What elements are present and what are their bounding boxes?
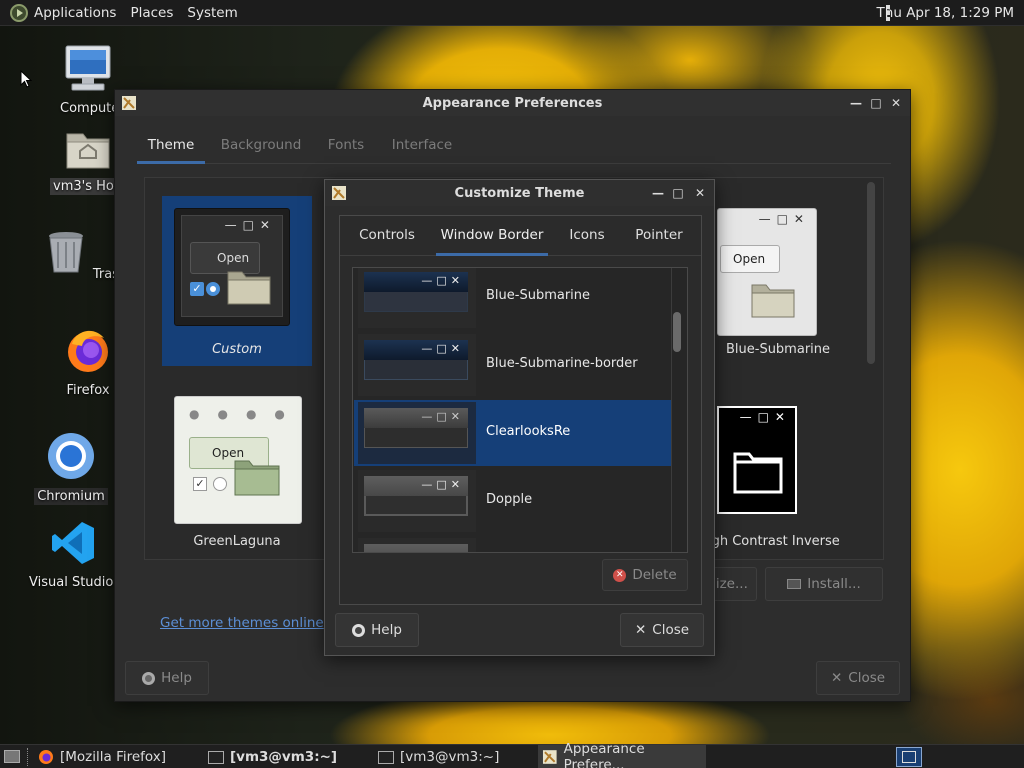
dialog-title: Customize Theme xyxy=(454,185,585,201)
theme-item-greenlaguna[interactable]: ●●●● Open ✓ GreenLaguna xyxy=(162,384,312,554)
help-icon xyxy=(142,671,156,685)
customize-tabbar: Controls Window Border Icons Pointer xyxy=(340,216,701,256)
close-icon: ✕ xyxy=(634,622,647,638)
mouse-cursor-icon xyxy=(20,70,32,88)
theme-label: Custom xyxy=(212,342,262,357)
list-item[interactable]: —□✕ Dopple xyxy=(354,468,672,534)
taskbar-item-terminal-1[interactable]: [vm3@vm3:~] xyxy=(208,745,368,768)
check-icon: ✓ xyxy=(190,282,204,296)
firefox-icon xyxy=(39,750,53,764)
tab-interface[interactable]: Interface xyxy=(387,128,457,164)
delete-button[interactable]: ✕ Delete xyxy=(602,559,688,591)
home-folder-icon xyxy=(66,133,110,169)
trash-icon xyxy=(48,232,83,273)
desktop-icon-label: Firefox xyxy=(66,383,110,398)
appearance-app-icon xyxy=(122,96,136,110)
appearance-tabbar: Theme Background Fonts Interface xyxy=(137,128,891,164)
appearance-close-button[interactable]: ✕ Close xyxy=(816,661,900,695)
desktop-icon-vscode[interactable]: Visual Studio Code xyxy=(23,520,123,595)
menu-places[interactable]: Places xyxy=(130,5,173,21)
taskbar-item-firefox[interactable]: [Mozilla Firefox] xyxy=(38,745,200,768)
desktop-icon-chromium[interactable]: Chromium xyxy=(21,432,121,505)
help-icon xyxy=(352,623,366,637)
applications-menu-icon[interactable] xyxy=(10,3,28,22)
menu-applications[interactable]: Applications xyxy=(34,5,116,21)
theme-label: GreenLaguna xyxy=(193,534,281,549)
vscode-icon xyxy=(52,522,94,564)
theme-item-high-contrast-inverse[interactable]: —□✕ High Contrast Inverse xyxy=(698,384,875,554)
bottom-panel: [Mozilla Firefox] [vm3@vm3:~] [vm3@vm3:~… xyxy=(0,741,1024,768)
chromium-icon xyxy=(48,433,94,479)
theme-label: Blue-Submarine xyxy=(725,342,831,357)
theme-item-custom[interactable]: —□✕ Open ✓ Custom xyxy=(162,196,312,366)
tab-window-border[interactable]: Window Border xyxy=(436,216,548,256)
list-item[interactable] xyxy=(354,536,672,552)
minimize-button[interactable]: — xyxy=(650,185,666,201)
customize-titlebar[interactable]: Customize Theme — □ ✕ xyxy=(325,180,714,206)
customize-notebook: Controls Window Border Icons Pointer —□✕… xyxy=(339,215,702,605)
window-border-list: —□✕ Blue-Submarine —□✕ Blue-Submarine-bo… xyxy=(352,267,688,553)
delete-icon: ✕ xyxy=(613,568,627,582)
theme-item-blue-submarine[interactable]: —□✕ Open Blue-Submarine xyxy=(705,196,855,366)
theme-grid-scrollbar[interactable] xyxy=(867,182,875,364)
desktop-icon-label: Chromium xyxy=(34,488,108,505)
close-window-button[interactable]: ✕ xyxy=(692,185,708,201)
workspace-switcher-inner-icon xyxy=(902,751,916,763)
folder-icon xyxy=(234,460,280,496)
terminal-icon xyxy=(378,750,394,764)
close-window-button[interactable]: ✕ xyxy=(888,95,904,111)
show-desktop-icon[interactable] xyxy=(4,750,20,763)
desktop-icon-label: Visual Studio Code xyxy=(29,575,120,590)
tab-fonts[interactable]: Fonts xyxy=(317,128,375,164)
customize-theme-dialog: Customize Theme — □ ✕ Controls Window Bo… xyxy=(324,179,715,656)
list-item[interactable]: —□✕ Blue-Submarine-border xyxy=(354,332,672,398)
clock[interactable]: Thu Apr 18, 1:29 PM xyxy=(877,5,1014,21)
folder-icon xyxy=(227,271,271,305)
tab-controls[interactable]: Controls xyxy=(350,216,424,256)
folder-icon xyxy=(751,284,795,318)
minimize-button[interactable]: — xyxy=(848,95,864,111)
window-title: Appearance Preferences xyxy=(422,95,603,111)
appearance-titlebar[interactable]: Appearance Preferences — □ ✕ xyxy=(115,90,910,116)
terminal-icon xyxy=(208,750,224,764)
firefox-icon xyxy=(68,330,108,372)
desktop-icon-label: Computer xyxy=(60,101,119,116)
install-icon xyxy=(787,579,802,589)
customize-close-button[interactable]: ✕ Close xyxy=(620,613,704,647)
list-item-selected[interactable]: —□✕ ClearlooksRe xyxy=(354,400,672,466)
tab-icons[interactable]: Icons xyxy=(562,216,612,256)
taskbar-item-terminal-2[interactable]: [vm3@vm3:~] xyxy=(378,745,528,768)
folder-icon xyxy=(733,452,783,494)
panel-separator xyxy=(27,748,29,766)
list-item[interactable]: —□✕ Blue-Submarine xyxy=(354,268,672,330)
menu-system[interactable]: System xyxy=(187,5,237,21)
appearance-app-icon xyxy=(542,750,557,764)
theme-preview: —□✕ Open ✓ xyxy=(174,208,290,326)
theme-preview: ●●●● Open ✓ xyxy=(174,396,302,524)
tab-background[interactable]: Background xyxy=(217,128,305,164)
theme-preview: —□✕ Open xyxy=(717,208,817,336)
top-panel: Applications Places System Thu Apr 18, 1… xyxy=(0,0,1024,26)
appearance-help-button[interactable]: Help xyxy=(125,661,209,695)
more-themes-link[interactable]: Get more themes online xyxy=(160,615,324,631)
close-icon: ✕ xyxy=(830,670,843,686)
computer-icon xyxy=(65,45,111,91)
customize-help-button[interactable]: Help xyxy=(335,613,419,647)
taskbar-item-appearance[interactable]: Appearance Prefere... xyxy=(538,741,706,768)
radio-icon xyxy=(206,282,220,296)
customize-app-icon xyxy=(332,186,346,200)
maximize-button[interactable]: □ xyxy=(670,185,686,201)
maximize-button[interactable]: □ xyxy=(868,95,884,111)
install-button[interactable]: Install... xyxy=(765,567,883,601)
tab-pointer[interactable]: Pointer xyxy=(626,216,692,256)
tab-theme[interactable]: Theme xyxy=(137,128,205,164)
theme-preview: —□✕ xyxy=(717,406,797,514)
